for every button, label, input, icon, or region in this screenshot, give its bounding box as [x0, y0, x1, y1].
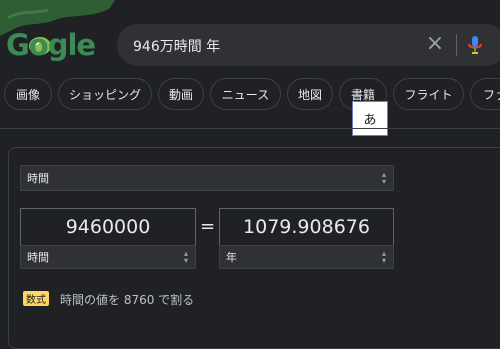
chip-maps[interactable]: 地図 [287, 78, 333, 110]
chip-news[interactable]: ニュース [210, 78, 281, 110]
search-input[interactable]: 946万時間 年 [133, 36, 220, 56]
search-bar[interactable]: 946万時間 年 × [117, 24, 500, 66]
to-value-input[interactable]: 1079.908676 [219, 208, 394, 246]
select-arrows-icon: ▴ ▾ [183, 249, 188, 265]
select-arrows-icon: ▴ ▾ [381, 249, 386, 265]
select-arrows-icon: ▴ ▾ [381, 170, 386, 186]
close-icon[interactable]: × [425, 33, 445, 55]
to-unit-label: 年 [226, 251, 237, 264]
search-divider [456, 34, 457, 56]
equals-sign: = [200, 216, 216, 237]
search-filter-chips: 画像 ショッピング 動画 ニュース 地図 書籍 フライト ファ [0, 78, 500, 114]
logo-text: Gogle [6, 28, 96, 62]
microphone-icon[interactable] [467, 34, 483, 56]
unit-type-label: 時間 [27, 172, 49, 185]
unit-type-select[interactable]: 時間 ▴ ▾ [20, 165, 394, 191]
from-unit-label: 時間 [27, 251, 49, 264]
header-divider [0, 128, 500, 129]
chip-finance[interactable]: ファ [470, 78, 500, 110]
chip-shopping[interactable]: ショッピング [58, 78, 152, 110]
chip-flights[interactable]: フライト [393, 78, 464, 110]
formula-text: 時間の値を 8760 で割る [60, 293, 195, 307]
from-value-input[interactable]: 9460000 [20, 208, 196, 246]
chip-videos[interactable]: 動画 [158, 78, 204, 110]
formula-badge: 数式 [23, 291, 49, 306]
from-unit-select[interactable]: 時間 ▴ ▾ [20, 245, 196, 269]
to-unit-select[interactable]: 年 ▴ ▾ [219, 245, 394, 269]
chip-images[interactable]: 画像 [4, 78, 52, 110]
ime-candidate-popup[interactable]: あ [352, 101, 388, 136]
